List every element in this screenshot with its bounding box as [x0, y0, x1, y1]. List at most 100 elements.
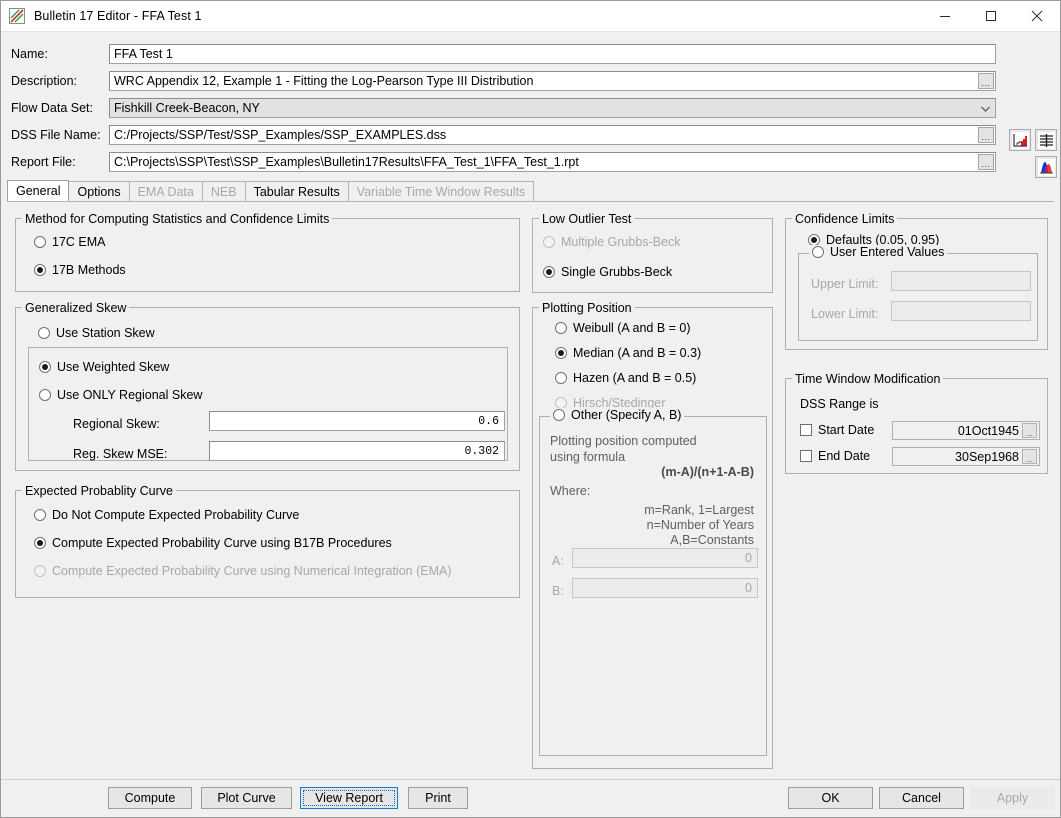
checkbox-end-date[interactable]: End Date [800, 449, 870, 463]
plot-data-icon[interactable] [1009, 129, 1031, 151]
flow-data-set-combo[interactable]: Fishkill Creek-Beacon, NY [109, 97, 996, 118]
radio-use-weighted-skew[interactable]: Use Weighted Skew [39, 360, 169, 374]
lower-limit-input[interactable] [891, 301, 1031, 321]
radio-label: Use Weighted Skew [57, 360, 170, 374]
plotting-position-description: Plotting position computed using formula [550, 434, 697, 464]
table-data-icon[interactable] [1035, 129, 1057, 151]
reg-skew-mse-label: Reg. Skew MSE: [73, 447, 168, 461]
radio-compute-epc-numerical-integration: Compute Expected Probability Curve using… [34, 564, 451, 578]
radio-17b-methods[interactable]: 17B Methods [34, 263, 126, 277]
button-label: Plot Curve [217, 791, 276, 805]
chevron-down-icon [981, 101, 990, 115]
dss-file-browse-button[interactable]: ... [978, 126, 994, 143]
checkbox-indicator [800, 450, 812, 462]
bulletin-17-editor-window: Bulletin 17 Editor - FFA Test 1 Name: FF… [0, 0, 1061, 818]
app-icon [8, 7, 26, 25]
distribution-icon[interactable] [1035, 156, 1057, 178]
report-file-label: Report File: [11, 154, 76, 169]
report-file-browse-button[interactable]: ... [978, 153, 994, 170]
radio-label: Weibull (A and B = 0) [573, 321, 691, 335]
end-date-browse-button[interactable]: ... [1022, 449, 1037, 464]
minimize-button[interactable] [922, 1, 968, 32]
radio-indicator [555, 372, 567, 384]
a-input[interactable]: 0 [572, 548, 758, 568]
radio-hazen[interactable]: Hazen (A and B = 0.5) [555, 371, 696, 385]
form-row-description: Description: WRC Appendix 12, Example 1 … [1, 67, 1060, 94]
plot-curve-button[interactable]: Plot Curve [201, 787, 292, 809]
button-label: Print [425, 791, 451, 805]
radio-label: Single Grubbs-Beck [561, 265, 673, 279]
tab-options[interactable]: Options [68, 181, 130, 201]
description-browse-button[interactable]: ... [978, 72, 994, 89]
header-form: Name: FFA Test 1 Description: WRC Append… [1, 32, 1060, 178]
definition-m: m=Rank, 1=Largest [644, 503, 754, 517]
radio-median[interactable]: Median (A and B = 0.3) [555, 346, 701, 360]
upper-limit-input[interactable] [891, 271, 1031, 291]
radio-indicator [543, 236, 555, 248]
checkbox-start-date[interactable]: Start Date [800, 423, 874, 437]
view-report-button[interactable]: View Report [300, 787, 398, 809]
radio-label: Use ONLY Regional Skew [57, 388, 203, 402]
tab-general[interactable]: General [7, 180, 70, 201]
regional-skew-label: Regional Skew: [73, 417, 160, 431]
radio-indicator [34, 537, 46, 549]
user-entered-values-subgroup: User Entered Values Upper Limit: Lower L… [798, 245, 1038, 341]
generalized-skew-group: Generalized Skew Use Station Skew Use We… [15, 301, 520, 471]
general-tab-panel: Method for Computing Statistics and Conf… [7, 201, 1054, 779]
regional-skew-input[interactable]: 0.6 [209, 411, 505, 431]
name-input[interactable]: FFA Test 1 [109, 43, 996, 64]
report-file-input[interactable]: C:\Projects\SSP\Test\SSP_Examples\Bullet… [109, 151, 996, 172]
radio-weibull[interactable]: Weibull (A and B = 0) [555, 321, 691, 335]
plotting-position-group-title: Plotting Position [539, 301, 635, 315]
close-button[interactable] [1014, 1, 1060, 32]
ok-button[interactable]: OK [788, 787, 873, 809]
compute-button[interactable]: Compute [108, 787, 192, 809]
radio-user-entered-values[interactable]: User Entered Values [809, 245, 948, 259]
radio-compute-epc-b17b[interactable]: Compute Expected Probability Curve using… [34, 536, 392, 550]
radio-use-station-skew[interactable]: Use Station Skew [38, 326, 155, 340]
start-date-browse-button[interactable]: ... [1022, 423, 1037, 438]
reg-skew-mse-input[interactable]: 0.302 [209, 441, 505, 461]
flow-data-set-value: Fishkill Creek-Beacon, NY [114, 100, 260, 115]
button-label: Compute [124, 791, 176, 805]
maximize-button[interactable] [968, 1, 1014, 32]
description-input[interactable]: WRC Appendix 12, Example 1 - Fitting the… [109, 70, 996, 91]
low-outlier-test-group: Low Outlier Test Multiple Grubbs-Beck Si… [532, 212, 773, 293]
checkbox-indicator [800, 424, 812, 436]
b-input[interactable]: 0 [572, 578, 758, 598]
regional-skew-value: 0.6 [478, 414, 499, 428]
radio-multiple-grubbs-beck: Multiple Grubbs-Beck [543, 235, 681, 249]
flow-data-set-icon-group [1009, 129, 1057, 151]
generalized-skew-group-title: Generalized Skew [22, 301, 130, 315]
time-window-modification-group-title: Time Window Modification [792, 372, 944, 386]
radio-single-grubbs-beck[interactable]: Single Grubbs-Beck [543, 265, 672, 279]
plotting-position-formula: (m-A)/(n+1-A-B) [661, 465, 754, 479]
radio-indicator [34, 236, 46, 248]
time-window-modification-group: Time Window Modification DSS Range is St… [785, 372, 1048, 474]
radio-other-specify-ab[interactable]: Other (Specify A, B) [550, 408, 685, 422]
radio-indicator [34, 509, 46, 521]
plotting-position-group: Plotting Position Weibull (A and B = 0) … [532, 301, 773, 769]
start-date-field[interactable]: 01Oct1945 ... [892, 421, 1040, 440]
print-button[interactable]: Print [408, 787, 468, 809]
radio-do-not-compute-epc[interactable]: Do Not Compute Expected Probability Curv… [34, 508, 299, 522]
radio-indicator [812, 246, 824, 258]
definition-n: n=Number of Years [646, 518, 754, 532]
radio-label: 17C EMA [52, 235, 106, 249]
radio-label: Multiple Grubbs-Beck [561, 235, 681, 249]
definition-ab: A,B=Constants [670, 533, 754, 547]
radio-indicator [553, 409, 565, 421]
confidence-limits-group: Confidence Limits Defaults (0.05, 0.95) … [785, 212, 1048, 350]
description-value: WRC Appendix 12, Example 1 - Fitting the… [114, 73, 534, 88]
form-row-name: Name: FFA Test 1 [1, 40, 1060, 67]
radio-label: Hazen (A and B = 0.5) [573, 371, 697, 385]
method-group: Method for Computing Statistics and Conf… [15, 212, 520, 292]
radio-17c-ema[interactable]: 17C EMA [34, 235, 106, 249]
a-label: A: [552, 554, 564, 568]
end-date-field[interactable]: 30Sep1968 ... [892, 447, 1040, 466]
dss-file-input[interactable]: C:/Projects/SSP/Test/SSP_Examples/SSP_EX… [109, 124, 996, 145]
tab-tabular-results[interactable]: Tabular Results [244, 181, 349, 201]
radio-use-only-regional-skew[interactable]: Use ONLY Regional Skew [39, 388, 202, 402]
cancel-button[interactable]: Cancel [879, 787, 964, 809]
b-label: B: [552, 584, 564, 598]
